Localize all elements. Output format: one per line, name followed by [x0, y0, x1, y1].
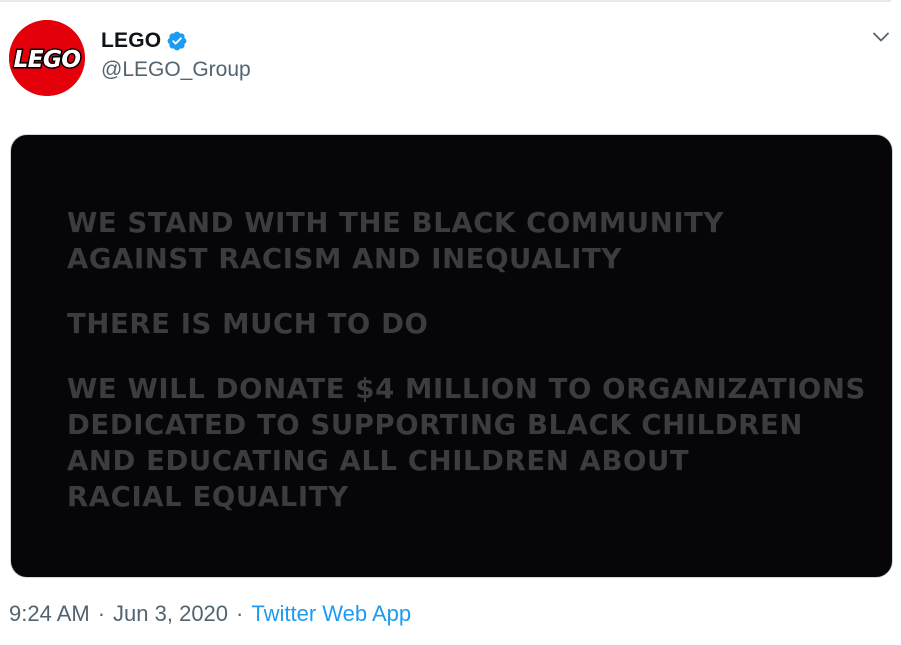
meta-separator: ·: [97, 601, 106, 626]
user-handle[interactable]: @LEGO_Group: [101, 58, 251, 82]
chevron-down-icon[interactable]: [870, 26, 892, 48]
meta-separator: ·: [236, 601, 244, 626]
verified-badge-icon: [166, 30, 188, 52]
statement-paragraph-3: WE WILL DONATE $4 MILLION TO ORGANIZATIO…: [67, 373, 866, 513]
tweet-image[interactable]: WE STAND WITH THE BLACK COMMUNITY AGAINS…: [10, 134, 893, 578]
logo-wordmark-fill: LEGO: [14, 47, 81, 73]
statement-paragraph-1: WE STAND WITH THE BLACK COMMUNITY AGAINS…: [67, 207, 725, 275]
tweet: LEGO LEGO LEGO @LEGO_Group WE STAND WITH…: [0, 0, 901, 645]
statement-paragraph-2: THERE IS MUCH TO DO: [67, 308, 429, 340]
tweet-time[interactable]: 9:24 AM: [9, 601, 90, 627]
display-name[interactable]: LEGO: [101, 29, 161, 53]
tweet-date[interactable]: Jun 3, 2020: [113, 601, 228, 627]
top-divider: [0, 0, 891, 2]
author-block: LEGO @LEGO_Group: [101, 28, 251, 82]
name-row: LEGO: [101, 28, 251, 54]
tweet-source-link[interactable]: Twitter Web App: [251, 601, 411, 627]
avatar[interactable]: LEGO LEGO: [9, 20, 85, 96]
tweet-meta: 9:24 AM · Jun 3, 2020 · Twitter Web App: [9, 601, 411, 627]
lego-logo: LEGO LEGO: [9, 20, 85, 96]
